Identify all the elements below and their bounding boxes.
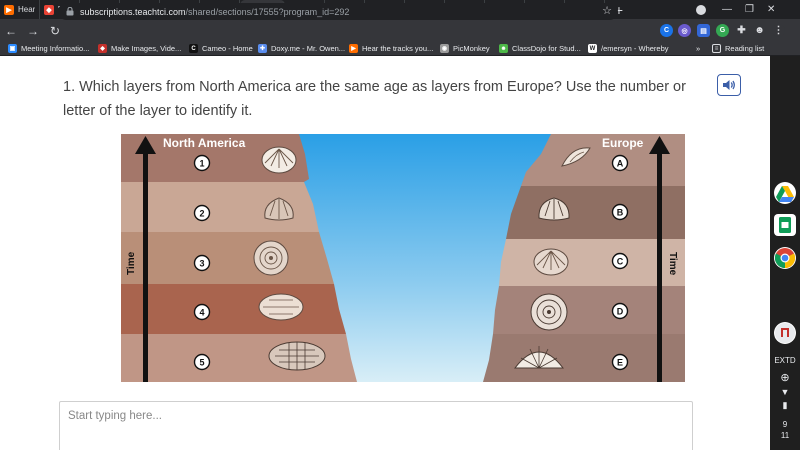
url-path: /shared/sections/17555?program_id=292 (185, 6, 350, 17)
layer-letter-marker-label: D (617, 307, 624, 317)
bookmark-favicon-icon: ◉ (440, 44, 449, 53)
layer-number-marker-label: 3 (199, 259, 204, 269)
layer-number-marker-label: 2 (199, 209, 204, 219)
minimize-icon[interactable]: — (722, 0, 732, 19)
bookmark-item[interactable]: ◆ Make Images, Vide... (98, 44, 181, 53)
bookmark-favicon-icon: W (588, 44, 597, 53)
bookmark-star-icon[interactable]: ☆ (602, 4, 612, 17)
layer-number-marker-label: 5 (199, 358, 204, 368)
trilobite-fossil-small-icon (258, 293, 304, 321)
extension-badge-icon[interactable]: ▤ (697, 24, 710, 37)
back-icon[interactable]: ← (0, 24, 22, 38)
bookmark-label: Doxy.me - Mr. Owen... (271, 44, 346, 53)
question-text: 1. Which layers from North America are t… (63, 79, 686, 119)
ammonite-fossil-europe-icon (530, 293, 568, 331)
browser-tab[interactable]: ▶ Hear (0, 0, 40, 19)
bookmark-favicon-icon: ✚ (258, 44, 267, 53)
layer-letter-marker-label: B (617, 208, 624, 218)
bookmarks-overflow-button[interactable]: » (696, 44, 700, 53)
bookmarks-bar: ▣ Meeting Informatio... ◆ Make Images, Vide… (0, 42, 800, 56)
bookmark-label: Cameo - Home (202, 44, 253, 53)
extensions-puzzle-icon[interactable]: ✚ (735, 24, 748, 37)
app-launcher-icon[interactable] (774, 322, 796, 344)
extd-label: EXTD (774, 356, 796, 365)
bookmark-favicon-icon: ☻ (499, 44, 508, 53)
north-america-title: North America (163, 136, 246, 150)
bookmark-label: ClassDojo for Stud... (512, 44, 581, 53)
chrome-icon[interactable] (774, 247, 796, 269)
bookmark-label: Meeting Informatio... (21, 44, 90, 53)
forward-icon[interactable]: → (22, 24, 44, 38)
layer-number-marker-label: 4 (199, 308, 204, 318)
bookmark-favicon-icon: ◆ (98, 44, 107, 53)
page-content: 1. Which layers from North America are t… (0, 56, 770, 450)
reading-list-label: Reading list (725, 44, 765, 53)
bookmark-label: PicMonkey (453, 44, 490, 53)
bookmark-label: Make Images, Vide... (111, 44, 182, 53)
grammarly-icon[interactable]: G (716, 24, 729, 37)
bookmark-item[interactable]: ▶ Hear the tracks you... (349, 44, 433, 53)
profile-menu-icon[interactable]: ☻ (753, 24, 766, 37)
reload-icon[interactable]: ↻ (44, 24, 66, 38)
time-label-right: Time (667, 252, 678, 276)
lock-icon (66, 6, 74, 16)
speaker-icon (723, 80, 735, 90)
bookmark-item[interactable]: W/emersyn - Whereby (588, 44, 669, 53)
battery-icon: ▮ (782, 400, 788, 410)
address-bar[interactable]: subscriptions.teachtci.com/shared/sectio… (58, 3, 618, 20)
europe-title: Europe (602, 136, 644, 150)
reading-list-button[interactable]: ≡ Reading list (712, 44, 764, 53)
wifi-icon: ▼ (780, 387, 790, 397)
layer-number-marker-label: 1 (199, 159, 204, 169)
layer-letter-marker-label: E (617, 358, 623, 368)
close-window-icon[interactable]: ✕ (767, 0, 775, 19)
extension-circle-icon[interactable]: ◎ (678, 24, 691, 37)
bookmark-label: /emersyn - Whereby (601, 44, 669, 53)
read-aloud-button[interactable] (717, 74, 741, 96)
add-icon[interactable]: ⊕ (770, 371, 800, 384)
bookmark-item[interactable]: ◉ PicMonkey (440, 44, 490, 53)
extension-c-icon[interactable]: C (660, 24, 673, 37)
bookmark-item[interactable]: ✚ Doxy.me - Mr. Owen... (258, 44, 345, 53)
maximize-icon[interactable]: ❐ (745, 0, 754, 19)
layer-letter-marker-label: C (617, 257, 624, 267)
bookmark-item[interactable]: ☻ ClassDojo for Stud... (499, 44, 581, 53)
bookmark-favicon-icon: ▣ (8, 44, 17, 53)
time-label-left: Time (126, 251, 137, 275)
clock-hour: 9 (782, 420, 788, 429)
trilobite-fossil-icon (268, 341, 326, 371)
reading-list-icon: ≡ (712, 44, 721, 53)
bookmark-favicon-icon: ▶ (349, 44, 358, 53)
browser-menu-icon[interactable]: ⋮ (772, 24, 785, 37)
answer-input[interactable]: Start typing here... (59, 401, 693, 450)
docs-icon[interactable] (774, 214, 796, 236)
tab-favicon-icon: ▶ (4, 4, 14, 15)
tab-favicon-icon: ◆ (44, 4, 54, 15)
layer-letter-marker-label: A (617, 159, 624, 169)
system-shelf: EXTD ⊕ ▼ ▮ 9 11 (770, 56, 800, 450)
url-host: subscriptions.teachtci.com (80, 6, 186, 17)
scallop-fossil-europe-icon (533, 248, 569, 276)
profile-icon[interactable] (696, 0, 706, 19)
bookmark-label: Hear the tracks you... (362, 44, 434, 53)
google-drive-icon[interactable] (774, 182, 796, 204)
bookmark-favicon-icon: C (189, 44, 198, 53)
ammonite-fossil-icon (253, 240, 289, 276)
bookmark-item[interactable]: C Cameo - Home (189, 44, 253, 53)
scallop-fossil-icon (261, 146, 297, 174)
bookmark-item[interactable]: ▣ Meeting Informatio... (8, 44, 89, 53)
rock-layers-figure: North America Europe Time Time 1 2 3 4 5 A B C… (121, 134, 685, 382)
tab-label: Hear (18, 5, 35, 14)
clock-minute: 11 (780, 431, 790, 440)
